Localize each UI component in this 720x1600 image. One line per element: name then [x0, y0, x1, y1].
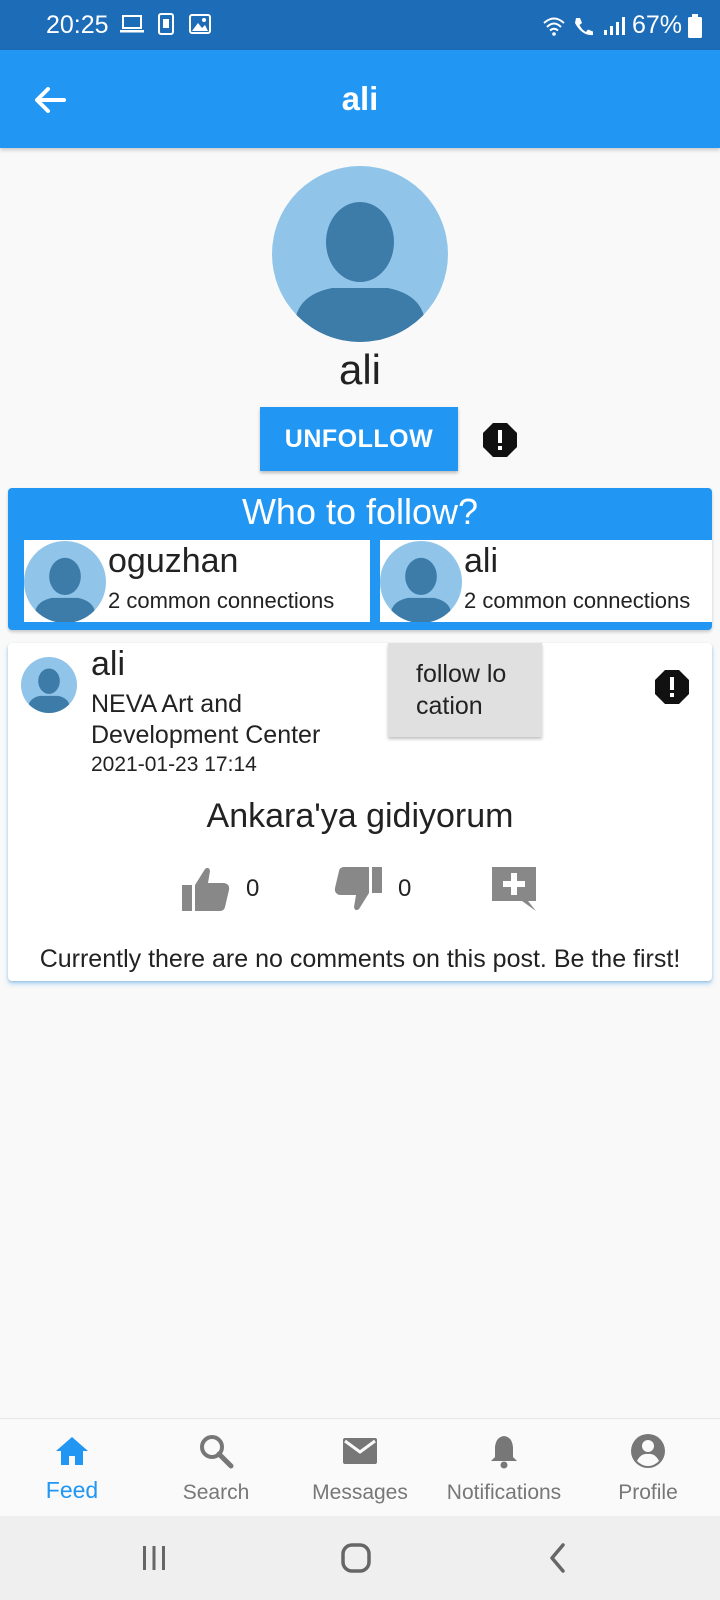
- nav-label: Notifications: [446, 1481, 562, 1504]
- suggestion-card[interactable]: oguzhan 2 common connections: [24, 540, 370, 622]
- sim-icon: [158, 13, 174, 35]
- who-to-follow-title: Who to follow?: [241, 491, 479, 532]
- post-location: NEVA Art and Development Center: [91, 690, 321, 749]
- add-comment-icon: [492, 867, 536, 911]
- status-time: 20:25: [46, 11, 109, 39]
- post-text: Ankara'ya gidiyorum: [206, 797, 514, 835]
- home-icon: [56, 1437, 88, 1465]
- nav-notifications[interactable]: Notifications: [432, 1419, 576, 1517]
- nav-feed[interactable]: Feed: [0, 1419, 144, 1517]
- bell-icon: [491, 1436, 517, 1469]
- wifi-icon: [543, 17, 565, 36]
- unfollow-button[interactable]: UNFOLLOW: [260, 407, 458, 471]
- battery-icon: [688, 13, 702, 38]
- thumb-up-icon: [182, 867, 230, 911]
- post-author[interactable]: ali: [91, 645, 125, 684]
- home-button-icon[interactable]: [334, 1536, 378, 1580]
- person-icon: [28, 668, 70, 713]
- signal-icon: [603, 16, 625, 35]
- mail-icon: [343, 1438, 377, 1464]
- thumb-down-icon: [334, 867, 382, 911]
- person-icon: [296, 202, 424, 342]
- like-count: 0: [246, 875, 260, 902]
- battery-percent: 67%: [631, 11, 682, 39]
- suggestion-common-connections: 2 common connections: [464, 588, 691, 613]
- profile-name: ali: [338, 346, 382, 393]
- nav-label: Feed: [45, 1477, 99, 1503]
- nav-messages[interactable]: Messages: [288, 1419, 432, 1517]
- wifi-call-icon: [574, 17, 593, 35]
- status-bar: 20:25 67%: [0, 0, 720, 50]
- suggestion-card[interactable]: ali 2 common connections: [380, 540, 712, 622]
- nav-label: Search: [182, 1481, 250, 1504]
- nav-search[interactable]: Search: [144, 1419, 288, 1517]
- nav-label: Profile: [618, 1481, 678, 1504]
- who-to-follow-panel: Who to follow? oguzhan 2 common connecti…: [8, 488, 712, 630]
- system-nav-bar: [0, 1516, 720, 1600]
- suggestion-name: ali: [464, 542, 499, 580]
- app-bar: ali: [0, 50, 720, 148]
- like-button[interactable]: 0: [180, 863, 259, 915]
- recent-apps-icon[interactable]: [132, 1536, 176, 1580]
- person-icon: [35, 557, 95, 622]
- report-icon[interactable]: [654, 669, 690, 705]
- follow-location-button[interactable]: follow location: [388, 643, 542, 737]
- profile-avatar: [272, 166, 448, 342]
- person-icon: [391, 557, 451, 622]
- image-icon: [189, 14, 211, 34]
- dislike-button[interactable]: 0: [332, 863, 411, 915]
- nav-profile[interactable]: Profile: [576, 1419, 720, 1517]
- bottom-nav: Feed Search Messages Notifications Profi…: [0, 1418, 720, 1516]
- search-icon: [200, 1435, 234, 1469]
- post-author-avatar[interactable]: [21, 657, 77, 713]
- post-card: ali NEVA Art and Development Center 2021…: [8, 643, 712, 981]
- suggestion-common-connections: 2 common connections: [108, 588, 335, 613]
- avatar: [24, 541, 106, 622]
- report-icon[interactable]: [482, 422, 518, 458]
- dislike-count: 0: [398, 875, 412, 902]
- nav-label: Messages: [312, 1481, 408, 1504]
- account-icon: [631, 1434, 665, 1468]
- no-comments-text: Currently there are no comments on this …: [39, 945, 681, 973]
- post-date: 2021-01-23 17:14: [91, 753, 257, 776]
- laptop-icon: [120, 15, 144, 33]
- avatar: [380, 541, 462, 622]
- app-title: ali: [341, 80, 379, 117]
- add-comment-button[interactable]: [488, 863, 540, 915]
- back-nav-icon[interactable]: [536, 1536, 580, 1580]
- suggestion-name: oguzhan: [108, 542, 239, 580]
